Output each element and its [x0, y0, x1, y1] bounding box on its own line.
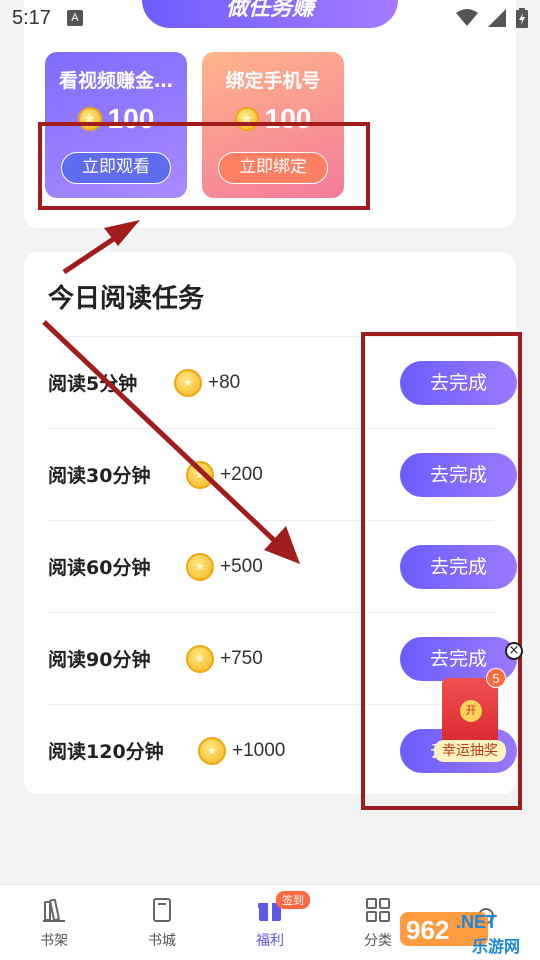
- watermark-brand: 962: [406, 915, 449, 945]
- close-icon[interactable]: ×: [505, 642, 523, 660]
- watermark-sub: 乐游网: [472, 937, 520, 956]
- watermark-suffix: .NET: [456, 912, 497, 932]
- annotation-arrow-up: [62, 220, 140, 275]
- lucky-draw-label: 幸运抽奖: [434, 740, 506, 762]
- site-watermark-logo: 962 .NET 乐游网: [400, 912, 520, 956]
- annotation-arrows: [42, 220, 300, 564]
- draw-count-badge: 5: [486, 668, 506, 688]
- red-packet-icon: 开: [442, 678, 498, 748]
- red-packet-seal: 开: [460, 700, 482, 722]
- lucky-draw-widget[interactable]: 开 5 幸运抽奖: [434, 668, 506, 764]
- annotation-arrow-down: [42, 320, 300, 564]
